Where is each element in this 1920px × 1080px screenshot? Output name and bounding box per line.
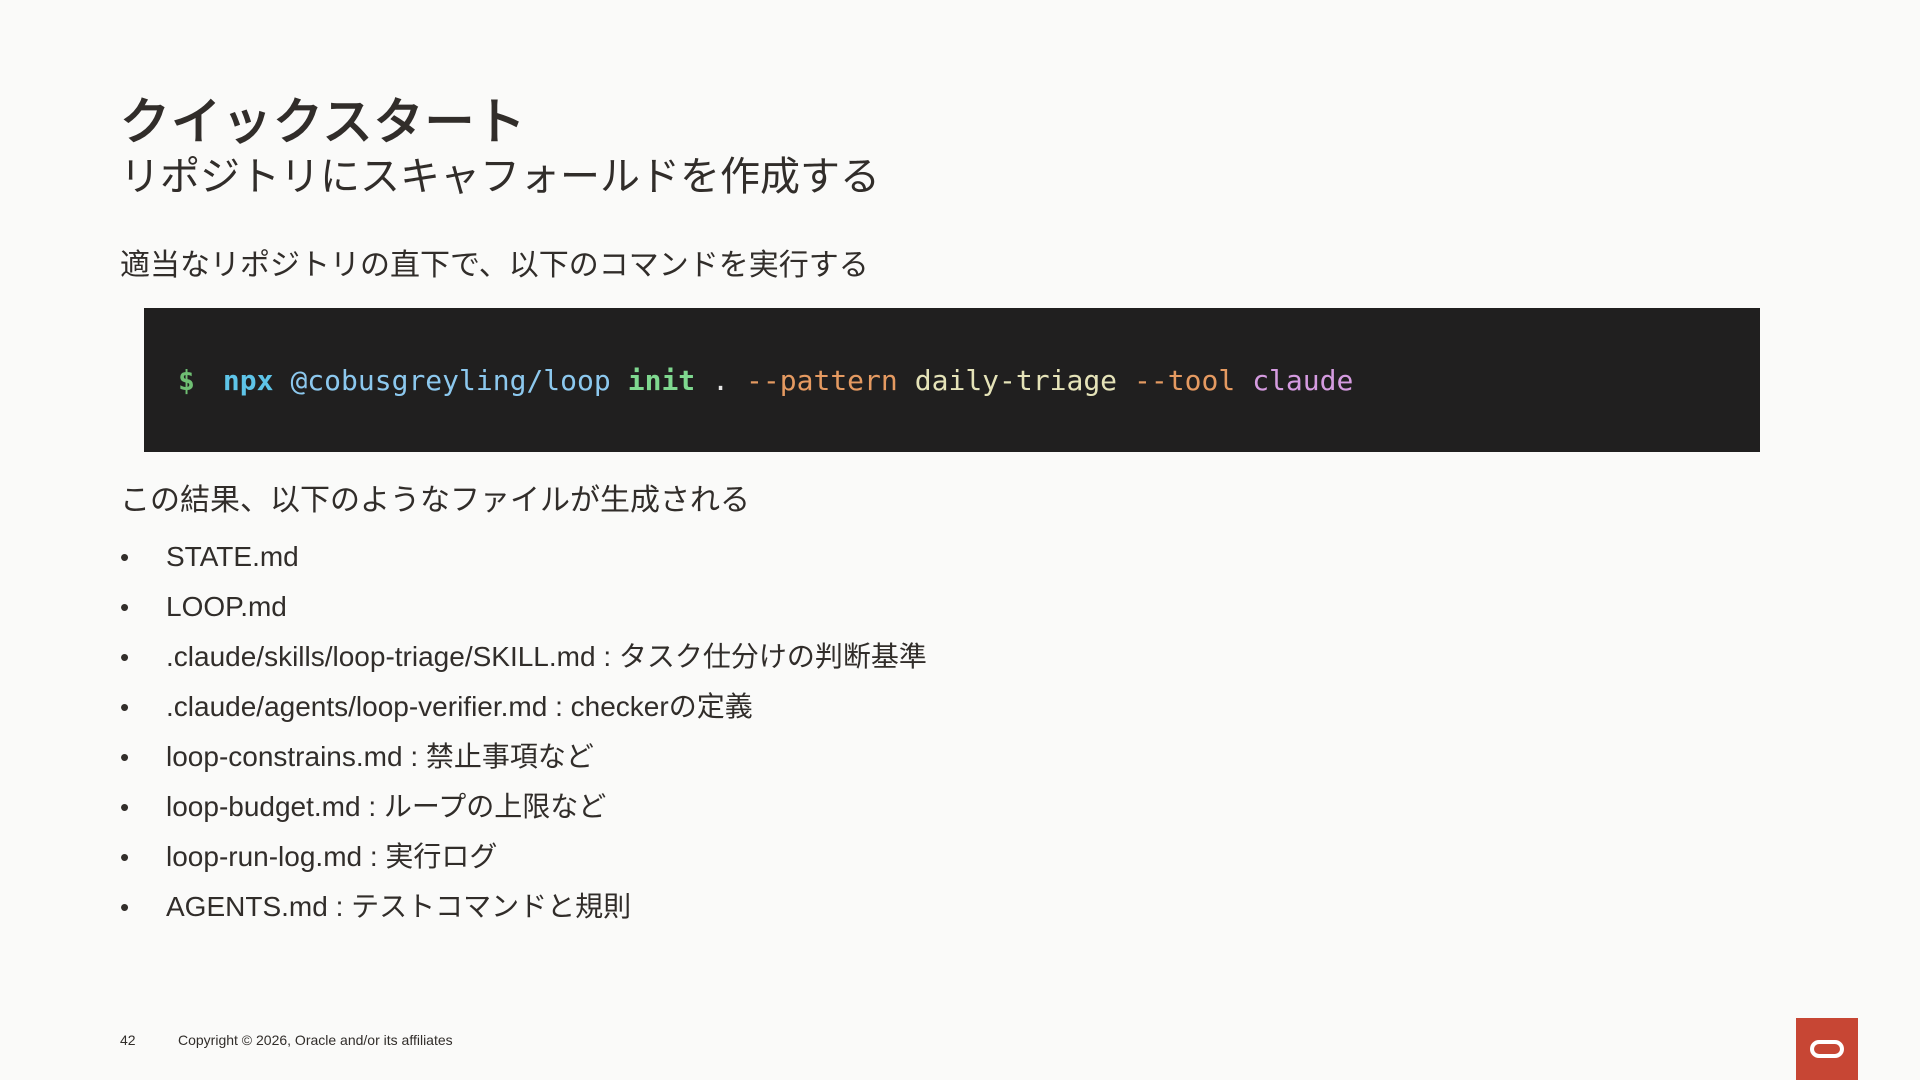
list-item: • loop-budget.md : ループの上限など bbox=[120, 787, 927, 837]
bullet-icon: • bbox=[120, 642, 130, 672]
command-tool-value: claude bbox=[1252, 363, 1354, 397]
copyright-text: Copyright © 2026, Oracle and/or its affi… bbox=[178, 1032, 453, 1048]
list-item-text: loop-run-log.md : 実行ログ bbox=[166, 841, 498, 872]
list-item: • .claude/skills/loop-triage/SKILL.md : タ… bbox=[120, 637, 927, 687]
list-item-text: .claude/agents/loop-verifier.md : checke… bbox=[166, 691, 753, 722]
slide-title: クイックスタート bbox=[120, 93, 527, 151]
list-item: • loop-run-log.md : 実行ログ bbox=[120, 837, 927, 887]
bullet-icon: • bbox=[120, 792, 130, 822]
command-target: . bbox=[712, 363, 730, 397]
bullet-icon: • bbox=[120, 692, 130, 722]
generated-file-list: • STATE.md • LOOP.md • .claude/skills/loop-… bbox=[120, 537, 927, 937]
command-prompt: $ bbox=[178, 363, 195, 397]
command-tool-flag: --tool bbox=[1134, 363, 1236, 397]
result-intro-text: この結果、以下のようなファイルが生成される bbox=[120, 483, 750, 518]
list-item-text: LOOP.md bbox=[166, 591, 287, 622]
command-pattern-value: daily-triage bbox=[914, 363, 1118, 397]
command-npx: npx bbox=[222, 363, 274, 397]
list-item-text: loop-budget.md : ループの上限など bbox=[166, 791, 607, 822]
bullet-icon: • bbox=[120, 892, 130, 922]
list-item: • .claude/agents/loop-verifier.md : check… bbox=[120, 687, 927, 737]
list-item-text: loop-constrains.md : 禁止事項など bbox=[166, 741, 594, 772]
page-number: 42 bbox=[120, 1032, 136, 1048]
list-item: • loop-constrains.md : 禁止事項など bbox=[120, 737, 927, 787]
logo-ring bbox=[1810, 1040, 1844, 1058]
command-package: @cobusgreyling/loop bbox=[290, 363, 611, 397]
list-item-text: .claude/skills/loop-triage/SKILL.md : タス… bbox=[166, 641, 927, 672]
intro-text: 適当なリポジトリの直下で、以下のコマンドを実行する bbox=[120, 248, 869, 283]
command-pattern-flag: --pattern bbox=[746, 363, 898, 397]
bullet-icon: • bbox=[120, 542, 130, 572]
list-item-text: STATE.md bbox=[166, 541, 299, 572]
list-item: • LOOP.md bbox=[120, 587, 927, 637]
command-code-block: $ npx @cobusgreyling/loop init . --patte… bbox=[144, 308, 1760, 452]
bullet-icon: • bbox=[120, 742, 130, 772]
bullet-icon: • bbox=[120, 592, 130, 622]
list-item: • AGENTS.md : テストコマンドと規則 bbox=[120, 887, 927, 937]
slide-subtitle: リポジトリにスキャフォールドを作成する bbox=[120, 154, 880, 200]
list-item-text: AGENTS.md : テストコマンドと規則 bbox=[166, 891, 632, 922]
command-subcommand: init bbox=[627, 363, 696, 397]
bullet-icon: • bbox=[120, 842, 130, 872]
list-item: • STATE.md bbox=[120, 537, 927, 587]
oracle-logo-icon bbox=[1796, 1018, 1858, 1080]
